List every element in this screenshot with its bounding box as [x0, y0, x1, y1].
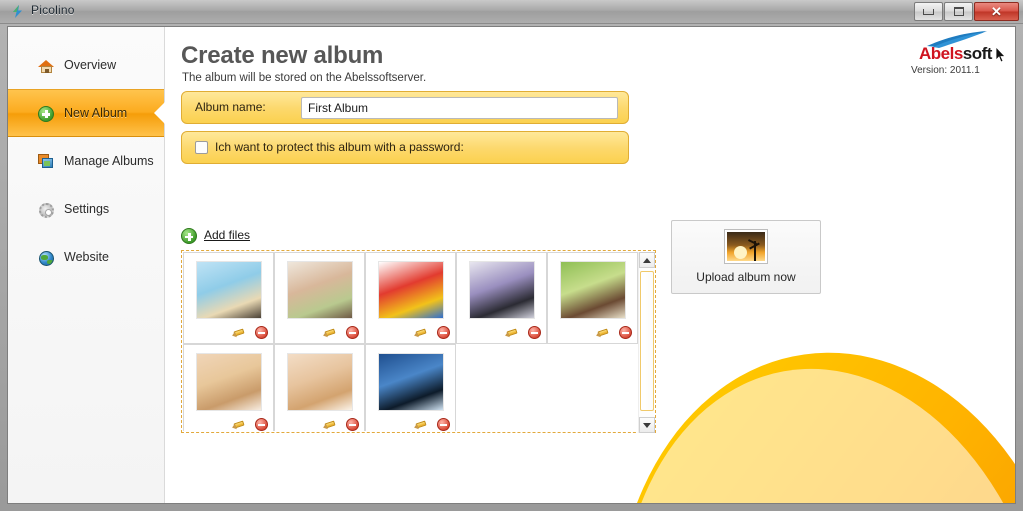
- brand-name-black: soft: [962, 44, 993, 63]
- sidebar-nav: Overview New Album Manage Albums Setting…: [8, 41, 165, 281]
- sidebar-item-settings[interactable]: Settings: [8, 185, 164, 233]
- add-files-link[interactable]: Add files: [204, 228, 250, 242]
- scrollbar-thumb[interactable]: [640, 271, 654, 411]
- plus-circle-icon: [181, 227, 197, 244]
- thumbnail-item[interactable]: [456, 252, 547, 344]
- painted-hands-photo: [377, 261, 444, 319]
- password-protect-checkbox[interactable]: [195, 141, 208, 154]
- close-button[interactable]: ✕: [974, 2, 1019, 21]
- thumbnail-item[interactable]: [547, 252, 638, 344]
- password-protect-label: Ich want to protect this album with a pa…: [215, 140, 464, 154]
- sidebar-item-manage-albums[interactable]: Manage Albums: [8, 137, 164, 185]
- sidebar-item-label: Manage Albums: [64, 154, 154, 168]
- pencil-icon[interactable]: [413, 327, 429, 339]
- window-controls: ✕: [914, 2, 1019, 21]
- beach-photo: [195, 261, 262, 319]
- page-title: Create new album: [181, 42, 384, 69]
- picolino-bolt-icon: [10, 4, 25, 19]
- thumbnail-tools: [231, 326, 268, 339]
- scroll-down-button[interactable]: [639, 417, 655, 433]
- thumbnail-item[interactable]: [274, 252, 365, 344]
- thumbnail-tools: [413, 418, 450, 431]
- remove-circle-icon[interactable]: [437, 418, 450, 431]
- woman-in-grass-photo: [559, 261, 626, 319]
- remove-circle-icon[interactable]: [528, 326, 541, 339]
- brand-wordmark: Abelssoft: [919, 44, 992, 64]
- brand-logo: Abelssoft Version: 2011.1: [905, 31, 1009, 77]
- thumbnail-tools: [595, 326, 632, 339]
- password-protect-panel: Ich want to protect this album with a pa…: [181, 131, 629, 164]
- thumbnail-item[interactable]: [274, 344, 365, 431]
- pencil-icon[interactable]: [595, 327, 611, 339]
- upload-album-label: Upload album now: [696, 270, 796, 284]
- photo-stack-icon: [38, 153, 55, 170]
- pencil-icon[interactable]: [231, 327, 247, 339]
- sidebar-item-overview[interactable]: Overview: [8, 41, 164, 89]
- sunset-tree-photo-icon: [725, 230, 767, 263]
- album-name-panel: Album name:: [181, 91, 629, 124]
- window-title: Picolino: [31, 3, 75, 17]
- sidebar-item-new-album[interactable]: New Album: [8, 89, 165, 137]
- close-icon: ✕: [991, 4, 1002, 19]
- main-content: Create new album The album will be store…: [165, 27, 1015, 503]
- page-subtitle: The album will be stored on the Abelssof…: [182, 72, 427, 84]
- app-window: Picolino ✕ Overview New Album Manage Alb…: [0, 0, 1023, 511]
- remove-circle-icon[interactable]: [346, 418, 359, 431]
- chevron-down-icon: [643, 422, 651, 428]
- thumbnail-item[interactable]: [183, 252, 274, 344]
- thumbnail-tools: [322, 326, 359, 339]
- thumbnail-scrollbar[interactable]: [638, 252, 655, 433]
- client-area: Overview New Album Manage Albums Setting…: [7, 26, 1016, 504]
- thumbnail-tools: [504, 326, 541, 339]
- minimize-icon: [923, 8, 934, 15]
- album-name-input[interactable]: [301, 97, 618, 119]
- maximize-icon: [953, 7, 964, 16]
- thumbnail-tools: [231, 418, 268, 431]
- thumbnail-list: [181, 250, 656, 433]
- mouse-cursor-icon: [995, 45, 1007, 63]
- upload-album-button[interactable]: Upload album now: [671, 220, 821, 294]
- remove-circle-icon[interactable]: [437, 326, 450, 339]
- sidebar-item-label: Overview: [64, 58, 117, 72]
- laptop-photo: [468, 261, 535, 319]
- sidebar: Overview New Album Manage Albums Setting…: [8, 27, 165, 503]
- album-name-label: Album name:: [195, 100, 266, 114]
- pencil-icon[interactable]: [322, 327, 338, 339]
- family-photo: [286, 261, 353, 319]
- active-indicator-notch: [154, 102, 165, 124]
- blonde-woman-photo: [195, 353, 262, 411]
- minimize-button[interactable]: [914, 2, 943, 21]
- pencil-icon[interactable]: [322, 419, 338, 431]
- maximize-button[interactable]: [944, 2, 973, 21]
- gear-icon: [38, 201, 55, 218]
- sidebar-item-label: New Album: [64, 106, 128, 120]
- home-icon: [38, 57, 55, 74]
- sidebar-item-label: Website: [64, 250, 109, 264]
- sidebar-item-website[interactable]: Website: [8, 233, 164, 281]
- chevron-up-icon: [643, 257, 651, 263]
- thumbnail-tools: [322, 418, 359, 431]
- sidebar-item-label: Settings: [64, 202, 110, 216]
- thumbnail-item[interactable]: [183, 344, 274, 431]
- globe-icon: [38, 249, 55, 266]
- remove-circle-icon[interactable]: [619, 326, 632, 339]
- version-label: Version: 2011.1: [911, 65, 980, 76]
- sunset-power-lines-photo: [377, 353, 444, 411]
- remove-circle-icon[interactable]: [255, 418, 268, 431]
- scroll-up-button[interactable]: [639, 252, 655, 268]
- title-bar: Picolino ✕: [0, 0, 1023, 24]
- thumbnail-item[interactable]: [365, 344, 456, 431]
- brand-name-red: Abels: [919, 44, 963, 63]
- pencil-icon[interactable]: [231, 419, 247, 431]
- remove-circle-icon[interactable]: [346, 326, 359, 339]
- thumbnail-scroll-viewport: [183, 252, 639, 431]
- thumbnail-item[interactable]: [365, 252, 456, 344]
- pencil-icon[interactable]: [504, 327, 520, 339]
- add-files-row[interactable]: Add files: [181, 227, 250, 244]
- plus-circle-icon: [38, 105, 55, 122]
- smiling-woman-photo: [286, 353, 353, 411]
- pencil-icon[interactable]: [413, 419, 429, 431]
- remove-circle-icon[interactable]: [255, 326, 268, 339]
- thumbnail-tools: [413, 326, 450, 339]
